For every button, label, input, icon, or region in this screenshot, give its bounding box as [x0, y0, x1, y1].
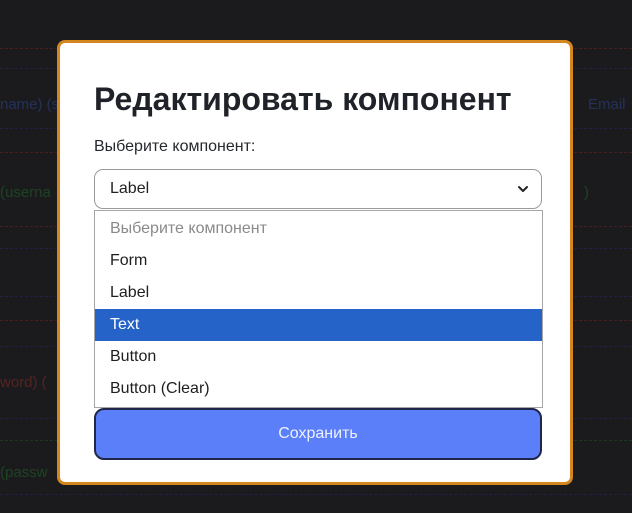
- component-select-value: Label: [110, 180, 150, 197]
- component-select[interactable]: Label: [94, 169, 542, 209]
- dropdown-option-form[interactable]: Form: [95, 245, 542, 277]
- save-button[interactable]: Сохранить: [94, 408, 542, 460]
- dropdown-option-label[interactable]: Label: [95, 277, 542, 309]
- edit-component-modal: Редактировать компонент Выберите компоне…: [57, 40, 573, 485]
- dropdown-option-text[interactable]: Text: [95, 309, 542, 341]
- component-select-label: Выберите компонент:: [94, 138, 256, 155]
- dropdown-option-placeholder[interactable]: Выберите компонент: [95, 213, 542, 245]
- component-dropdown-list: Выберите компонент Form Label Text Butto…: [94, 210, 543, 408]
- modal-title: Редактировать компонент: [94, 81, 512, 117]
- dropdown-option-button-clear[interactable]: Button (Clear): [95, 373, 542, 405]
- dropdown-option-button[interactable]: Button: [95, 341, 542, 373]
- chevron-down-icon: [517, 183, 529, 195]
